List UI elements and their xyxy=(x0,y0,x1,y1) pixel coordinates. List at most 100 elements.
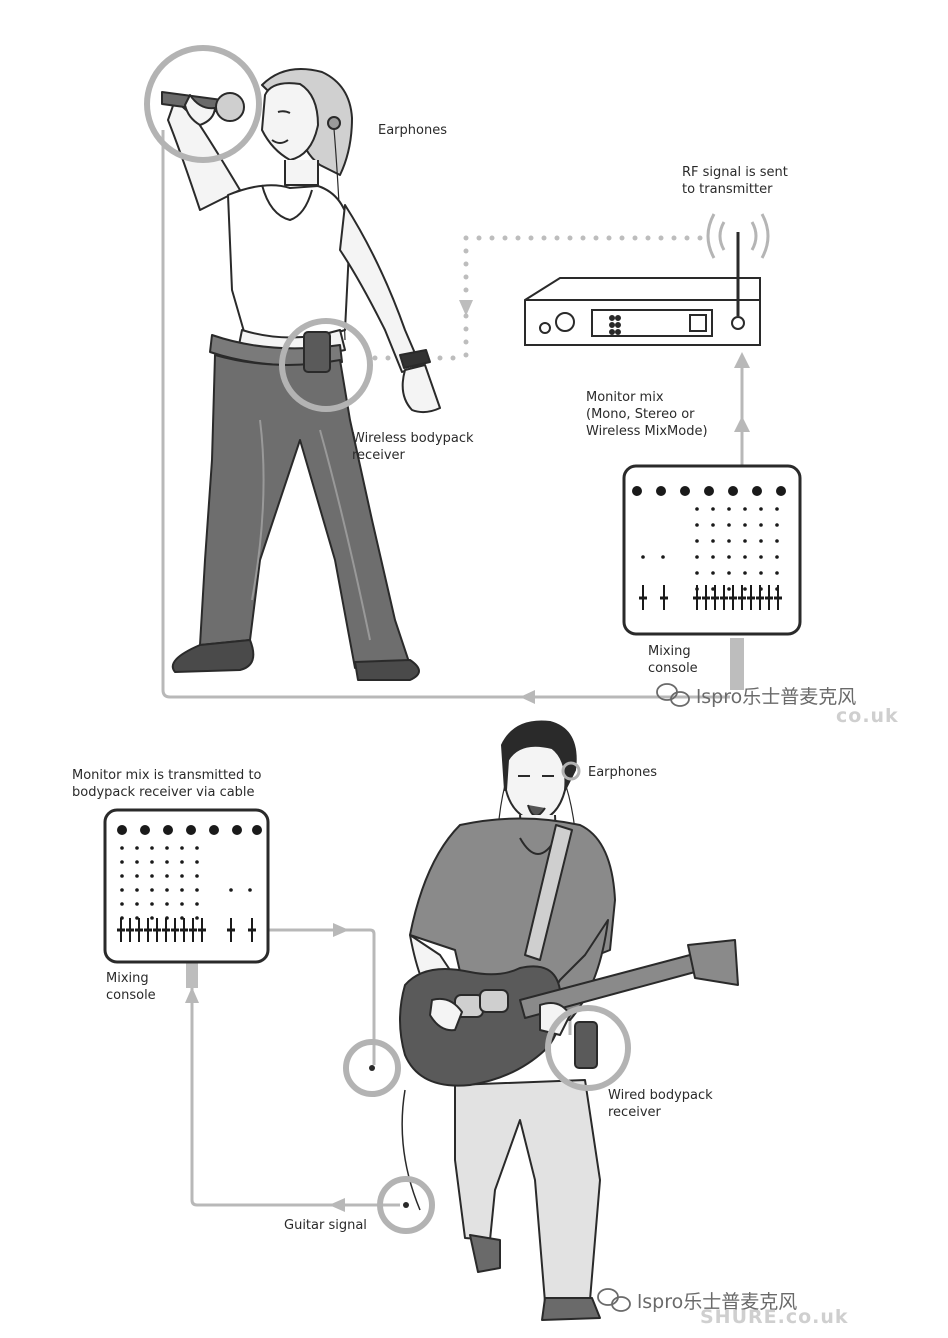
console-dot xyxy=(711,523,715,527)
monitor-mix-cable-label: Monitor mix is transmitted to bodypack r… xyxy=(72,768,262,800)
console-dot xyxy=(775,571,779,575)
console-dot xyxy=(759,555,763,559)
mixing-console-label-top: Mixing console xyxy=(648,644,698,676)
console-dot xyxy=(727,539,731,543)
console-dot xyxy=(135,902,139,906)
watermark-site-top: co.uk xyxy=(836,705,899,727)
console-dot xyxy=(759,523,763,527)
console-knob xyxy=(656,486,666,496)
console-knob xyxy=(232,825,242,835)
console-dot xyxy=(195,846,199,850)
console-dot xyxy=(229,888,233,892)
console-dot xyxy=(195,916,199,920)
diagram-canvas xyxy=(103,45,802,1321)
console-dot xyxy=(727,587,731,591)
console-dot xyxy=(180,874,184,878)
console-dot xyxy=(120,888,124,892)
console-dot xyxy=(165,860,169,864)
console-dot xyxy=(743,507,747,511)
guitar-signal-label: Guitar signal xyxy=(284,1218,367,1233)
male-guitarist-illustration xyxy=(399,720,739,1321)
mixing-console-label-bottom: Mixing console xyxy=(106,971,156,1003)
console-dot xyxy=(150,916,154,920)
console-dot xyxy=(135,874,139,878)
bottom-mixing-console xyxy=(103,808,270,964)
console-dot xyxy=(695,523,699,527)
console-dot xyxy=(743,587,747,591)
console-knob xyxy=(728,486,738,496)
console-dot xyxy=(135,888,139,892)
console-dot xyxy=(180,860,184,864)
console-dot xyxy=(150,860,154,864)
console-knob xyxy=(704,486,714,496)
console-dot xyxy=(165,888,169,892)
console-dot xyxy=(120,902,124,906)
console-knob xyxy=(140,825,150,835)
console-dot xyxy=(775,507,779,511)
console-dot xyxy=(727,507,731,511)
console-dot xyxy=(195,902,199,906)
console-knob xyxy=(752,486,762,496)
earphones-label-top: Earphones xyxy=(378,123,447,138)
console-dot xyxy=(759,539,763,543)
console-dot xyxy=(695,507,699,511)
console-knob xyxy=(163,825,173,835)
rf-signal-label: RF signal is sent to transmitter xyxy=(682,165,788,197)
wired-bodypack-label: Wired bodypack receiver xyxy=(608,1088,713,1120)
console-dot xyxy=(135,860,139,864)
console-knob xyxy=(632,486,642,496)
console-knob xyxy=(186,825,196,835)
console-dot xyxy=(775,539,779,543)
console-dot xyxy=(759,571,763,575)
console-dot xyxy=(711,571,715,575)
console-dot xyxy=(661,555,665,559)
console-dot xyxy=(695,555,699,559)
console-dot xyxy=(195,888,199,892)
console-dot xyxy=(727,555,731,559)
console-dot xyxy=(775,523,779,527)
console-dot xyxy=(759,507,763,511)
console-dot xyxy=(180,888,184,892)
console-dot xyxy=(743,571,747,575)
console-dot xyxy=(120,874,124,878)
console-knob xyxy=(680,486,690,496)
console-knob xyxy=(209,825,219,835)
console-dot xyxy=(727,571,731,575)
console-dot xyxy=(641,555,645,559)
console-dot xyxy=(120,846,124,850)
earphones-label-bottom: Earphones xyxy=(588,765,657,780)
console-dot xyxy=(135,846,139,850)
console-dot xyxy=(150,846,154,850)
console-dot xyxy=(195,874,199,878)
console-dot xyxy=(180,846,184,850)
console-dot xyxy=(165,846,169,850)
console-dot xyxy=(743,523,747,527)
console-dot xyxy=(180,902,184,906)
console-knob xyxy=(776,486,786,496)
console-dot xyxy=(150,888,154,892)
console-dot xyxy=(727,523,731,527)
wechat-icon xyxy=(656,683,690,707)
console-dot xyxy=(695,539,699,543)
console-dot xyxy=(120,860,124,864)
console-knob xyxy=(117,825,127,835)
top-mixing-console xyxy=(622,464,802,636)
watermark-wechat-top: lspro乐士普麦克风 xyxy=(696,686,857,708)
console-dot xyxy=(711,555,715,559)
console-dot xyxy=(711,507,715,511)
wechat-icon xyxy=(597,1288,631,1312)
console-dot xyxy=(165,902,169,906)
console-dot xyxy=(195,860,199,864)
console-dot xyxy=(150,874,154,878)
console-dot xyxy=(775,555,779,559)
console-dot xyxy=(150,902,154,906)
console-dot xyxy=(743,539,747,543)
console-knob xyxy=(252,825,262,835)
watermark-site-bottom: SHURE.co.uk xyxy=(700,1306,849,1328)
monitor-mix-label: Monitor mix (Mono, Stereo or Wireless Mi… xyxy=(586,390,708,439)
console-dot xyxy=(165,874,169,878)
console-dot xyxy=(743,555,747,559)
guitar-jack-point xyxy=(403,1202,409,1208)
wireless-bodypack-label: Wireless bodypack receiver xyxy=(352,431,474,463)
console-dot xyxy=(248,888,252,892)
